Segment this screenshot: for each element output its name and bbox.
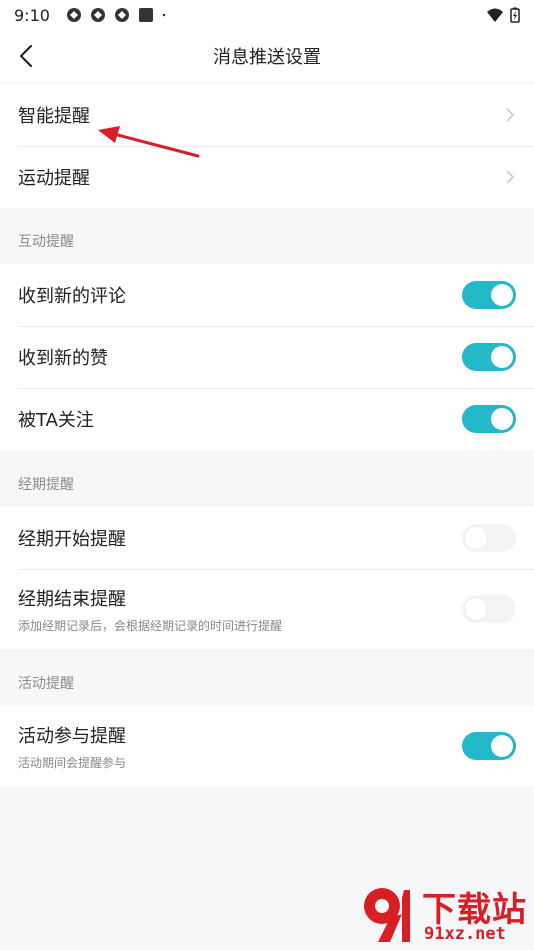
row-smart-reminder[interactable]: 智能提醒 <box>0 84 534 146</box>
toggle-knob <box>491 408 513 430</box>
new-like-toggle[interactable] <box>462 343 516 371</box>
row-label: 收到新的评论 <box>18 286 126 307</box>
section-label-activity: 活动提醒 <box>18 676 74 692</box>
row-label: 收到新的赞 <box>18 348 108 369</box>
chevron-right-icon <box>506 108 515 122</box>
followed-toggle[interactable] <box>462 405 516 433</box>
row-label: 运动提醒 <box>18 168 90 189</box>
period-group: 经期开始提醒 经期结束提醒 添加经期记录后，会根据经期记录的时间进行提醒 <box>0 507 534 649</box>
new-comment-toggle[interactable] <box>462 281 516 309</box>
section-label-interaction: 互动提醒 <box>18 234 74 250</box>
watermark-logo-icon <box>364 888 410 942</box>
period-start-toggle[interactable] <box>462 524 516 552</box>
status-right <box>486 7 520 23</box>
row-followed: 被TA关注 <box>0 388 534 450</box>
row-label: 活动参与提醒 <box>18 725 126 747</box>
activity-reminder-toggle[interactable] <box>462 732 516 760</box>
back-button[interactable] <box>8 38 44 74</box>
toggle-knob <box>465 598 487 620</box>
row-sport-reminder[interactable]: 运动提醒 <box>0 146 534 208</box>
app-square-icon <box>138 8 153 22</box>
battery-icon <box>510 7 520 23</box>
reminder-group: 智能提醒 运动提醒 <box>0 84 534 208</box>
row-label: 被TA关注 <box>18 410 94 431</box>
row-new-comment: 收到新的评论 <box>0 264 534 326</box>
period-end-toggle[interactable] <box>462 595 516 623</box>
page-title: 消息推送设置 <box>213 47 321 68</box>
row-label: 经期结束提醒 <box>18 588 126 610</box>
section-label-period: 经期提醒 <box>18 477 74 493</box>
interaction-group: 收到新的评论 收到新的赞 被TA关注 <box>0 264 534 450</box>
toggle-knob <box>491 346 513 368</box>
status-time: 9:10 <box>14 5 50 25</box>
status-left: 9:10 <box>14 6 170 25</box>
watermark: 下载站 91xz.net <box>360 878 530 948</box>
app-notification-icon <box>90 8 105 22</box>
row-label: 经期开始提醒 <box>18 529 126 550</box>
row-new-like: 收到新的赞 <box>0 326 534 388</box>
chevron-left-icon <box>19 44 33 68</box>
toggle-knob <box>491 735 513 757</box>
wifi-icon <box>487 8 503 22</box>
status-bar: 9:10 <box>0 0 534 30</box>
row-sublabel: 活动期间会提醒参与 <box>18 755 127 770</box>
row-period-start: 经期开始提醒 <box>0 507 534 569</box>
row-activity-reminder: 活动参与提醒 活动期间会提醒参与 <box>0 706 534 786</box>
row-label: 智能提醒 <box>18 106 90 127</box>
toggle-knob <box>465 527 487 549</box>
watermark-text-bottom: 91xz.net <box>424 924 506 944</box>
app-notification-icon <box>114 8 129 22</box>
header: 消息推送设置 <box>0 30 534 82</box>
chevron-right-icon <box>506 170 515 184</box>
row-sublabel: 添加经期记录后，会根据经期记录的时间进行提醒 <box>18 618 283 633</box>
row-period-end: 经期结束提醒 添加经期记录后，会根据经期记录的时间进行提醒 <box>0 569 534 649</box>
toggle-knob <box>491 284 513 306</box>
dot-icon <box>162 13 166 17</box>
app-notification-icon <box>66 8 81 22</box>
activity-group: 活动参与提醒 活动期间会提醒参与 <box>0 706 534 786</box>
